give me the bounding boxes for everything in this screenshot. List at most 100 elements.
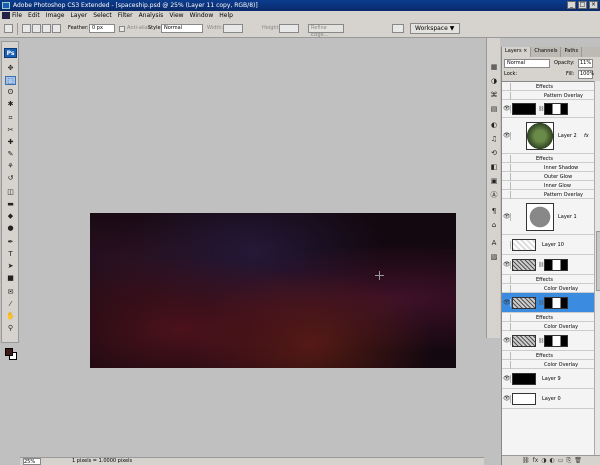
layer-thumbnail[interactable] — [512, 239, 536, 251]
menu-analysis[interactable]: Analysis — [139, 12, 164, 19]
visibility-eye-icon[interactable] — [503, 241, 511, 249]
layer-thumbnail[interactable] — [512, 297, 536, 309]
trash-icon[interactable]: 🗑 — [574, 457, 582, 464]
layer-row[interactable]: Layer 10 — [502, 235, 594, 255]
tab-channels[interactable]: Channels — [531, 47, 562, 57]
move-icon[interactable]: ✥ — [5, 64, 16, 73]
layer-row[interactable]: 👁 ⛓ — [502, 293, 594, 313]
dock-panel-icon[interactable]: ¶ — [489, 206, 499, 216]
visibility-eye-icon[interactable]: 👁 — [503, 105, 511, 113]
visibility-eye-icon[interactable]: 👁 — [503, 337, 511, 345]
dock-panel-icon[interactable]: Ⓐ — [489, 190, 499, 200]
shape-icon[interactable]: ■ — [5, 274, 16, 283]
layer-name[interactable]: Layer 1 — [558, 214, 577, 220]
minimize-button[interactable]: _ — [567, 1, 576, 9]
dock-panel-icon[interactable]: ▦ — [489, 62, 499, 72]
layer-thumbnail[interactable] — [512, 259, 536, 271]
opacity-input[interactable]: 11% — [578, 59, 593, 68]
link-layers-icon[interactable]: ⛓ — [522, 457, 530, 464]
add-mask-icon[interactable]: ◑ — [541, 457, 546, 464]
visibility-eye-icon[interactable] — [503, 181, 511, 190]
dock-panel-icon[interactable]: ▤ — [489, 104, 499, 114]
visibility-eye-icon[interactable]: 👁 — [503, 299, 511, 307]
eraser-icon[interactable]: ◫ — [5, 188, 16, 197]
dock-panel-icon[interactable]: ▣ — [489, 176, 499, 186]
tab-layers[interactable]: Layers × — [502, 47, 532, 57]
effect-row[interactable]: Inner Glow — [502, 181, 594, 190]
path-select-icon[interactable]: ➤ — [5, 262, 16, 271]
add-selection-icon[interactable] — [32, 24, 41, 33]
pen-icon[interactable]: ✒ — [5, 238, 16, 247]
dock-panel-icon[interactable]: ◐ — [489, 120, 499, 130]
effect-row[interactable]: Color Overlay — [502, 322, 594, 331]
visibility-eye-icon[interactable] — [503, 154, 511, 163]
layer-mask-thumbnail[interactable] — [544, 335, 568, 347]
blur-icon[interactable]: ◆ — [5, 212, 16, 221]
style-select[interactable]: Normal — [161, 24, 203, 33]
adjustment-layer-icon[interactable]: ◐ — [550, 457, 555, 464]
magic-wand-icon[interactable]: ✱ — [5, 100, 16, 109]
menu-window[interactable]: Window — [190, 12, 214, 19]
eyedropper-icon[interactable]: ⁄ — [5, 300, 16, 309]
visibility-eye-icon[interactable] — [503, 322, 511, 331]
dock-panel-icon[interactable]: A — [489, 238, 499, 248]
layer-row[interactable]: 👁 Layer 9 — [502, 369, 594, 389]
layer-thumbnail[interactable] — [526, 122, 554, 150]
scrollbar-thumb[interactable] — [596, 231, 600, 291]
add-style-icon[interactable]: fx — [533, 457, 539, 464]
menu-view[interactable]: View — [169, 12, 183, 19]
layer-thumbnail[interactable] — [526, 203, 554, 231]
layer-mask-thumbnail[interactable] — [544, 103, 568, 115]
dock-panel-icon[interactable]: ⌘ — [489, 90, 499, 100]
feather-input[interactable]: 0 px — [89, 24, 115, 33]
visibility-eye-icon[interactable] — [503, 284, 511, 293]
menu-edit[interactable]: Edit — [28, 12, 40, 19]
marquee-icon[interactable]: ⬚ — [5, 76, 16, 85]
effect-row[interactable]: Color Overlay — [502, 360, 594, 369]
visibility-eye-icon[interactable]: 👁 — [503, 213, 511, 221]
clone-stamp-icon[interactable]: ⚘ — [5, 162, 16, 171]
new-group-icon[interactable]: ▭ — [558, 457, 564, 464]
layer-row[interactable]: 👁 Layer 0 — [502, 389, 594, 409]
menu-select[interactable]: Select — [93, 12, 112, 19]
menu-file[interactable]: File — [12, 12, 22, 19]
image-canvas[interactable] — [90, 213, 456, 368]
subtract-selection-icon[interactable] — [42, 24, 51, 33]
height-input[interactable] — [279, 24, 299, 33]
dock-panel-icon[interactable]: ◧ — [489, 162, 499, 172]
effects-row[interactable]: Effects — [502, 351, 594, 360]
crop-icon[interactable]: ⌗ — [5, 114, 16, 123]
visibility-eye-icon[interactable] — [503, 82, 511, 91]
layer-row[interactable]: 👁 ⛓ — [502, 100, 594, 118]
zoom-icon[interactable]: ⚲ — [5, 324, 16, 333]
layer-mask-thumbnail[interactable] — [544, 259, 568, 271]
effects-row[interactable]: Effects — [502, 313, 594, 322]
visibility-eye-icon[interactable] — [503, 190, 511, 199]
fill-input[interactable]: 100% — [578, 70, 594, 79]
visibility-eye-icon[interactable] — [503, 275, 511, 284]
effects-row[interactable]: Effects — [502, 154, 594, 163]
refine-edge-button[interactable]: Refine Edge... — [308, 24, 344, 38]
fx-badge-icon[interactable]: fx — [584, 133, 589, 139]
visibility-eye-icon[interactable]: 👁 — [503, 132, 511, 140]
dock-panel-icon[interactable]: ♫ — [489, 134, 499, 144]
menu-filter[interactable]: Filter — [118, 12, 133, 19]
dock-panel-icon[interactable]: ⌂ — [489, 220, 499, 230]
effects-row[interactable]: Effects — [502, 275, 594, 284]
tool-preset-icon[interactable] — [4, 24, 13, 33]
layer-name[interactable]: Layer 0 — [542, 396, 561, 402]
close-button[interactable]: × — [589, 1, 598, 9]
foreground-color-swatch[interactable] — [5, 348, 13, 356]
effect-row[interactable]: Inner Shadow — [502, 163, 594, 172]
layer-thumbnail[interactable] — [512, 373, 536, 385]
width-input[interactable] — [223, 24, 243, 33]
new-layer-icon[interactable]: ⎘ — [566, 457, 571, 465]
effects-row[interactable]: Effects — [502, 82, 594, 91]
visibility-eye-icon[interactable] — [503, 351, 511, 360]
brush-icon[interactable]: ✎ — [5, 150, 16, 159]
layer-mask-thumbnail[interactable] — [544, 297, 568, 309]
layer-thumbnail[interactable] — [512, 335, 536, 347]
healing-icon[interactable]: ✚ — [5, 138, 16, 147]
layer-row[interactable]: 👁 Layer 2 fx — [502, 118, 594, 154]
visibility-eye-icon[interactable] — [503, 163, 511, 172]
